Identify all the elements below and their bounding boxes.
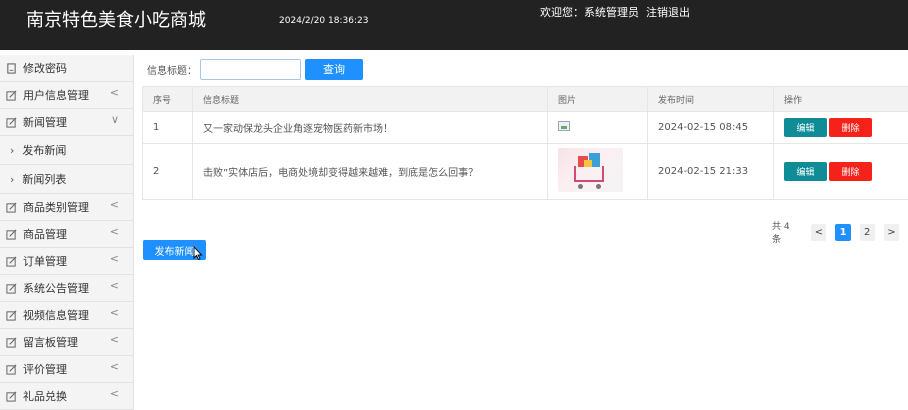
edit-icon — [6, 310, 17, 321]
news-table: 序号 信息标题 图片 发布时间 操作 1 又一家动保龙头企业角逐宠物医药新市场！… — [142, 86, 908, 200]
edit-icon — [6, 229, 17, 240]
pagination: 共 4 条 < 1 2 > — [772, 219, 908, 245]
sidebar-item-reviews[interactable]: 评价管理 < — [0, 356, 133, 383]
cell-image — [547, 143, 648, 200]
sidebar-subitem-news-list[interactable]: › 新闻列表 — [0, 165, 133, 194]
chevron-right-icon: › — [10, 143, 15, 157]
sidebar: 修改密码 用户信息管理 < 新闻管理 ∨ › 发布新闻 › 新闻列表 商品类别管… — [0, 55, 134, 410]
search-button[interactable]: 查询 — [305, 58, 363, 80]
col-header-actions: 操作 — [773, 86, 908, 112]
shopping-cart-thumbnail — [558, 148, 623, 192]
sidebar-item-guestbook[interactable]: 留言板管理 < — [0, 329, 133, 356]
top-header: 南京特色美食小吃商城 2024/2/20 18:36:23 欢迎您：系统管理员 … — [0, 0, 908, 50]
cell-no: 1 — [142, 111, 193, 144]
pagination-next[interactable]: > — [883, 223, 899, 241]
cell-image — [547, 111, 648, 144]
table-header-row: 序号 信息标题 图片 发布时间 操作 — [142, 86, 908, 112]
search-bar: 信息标题： 查询 — [142, 58, 363, 80]
cell-time: 2024-02-15 08:45 — [647, 111, 774, 144]
sidebar-item-gifts[interactable]: 礼品兑换 < — [0, 383, 133, 410]
chevron-left-icon: < — [109, 252, 119, 265]
cell-time: 2024-02-15 21:33 — [647, 143, 774, 200]
table-row: 1 又一家动保龙头企业角逐宠物医药新市场！ 2024-02-15 08:45 编… — [142, 111, 908, 144]
chevron-left-icon: < — [109, 86, 119, 99]
col-header-no: 序号 — [142, 86, 193, 112]
broken-image-icon — [558, 121, 570, 131]
sidebar-item-user-info[interactable]: 用户信息管理 < — [0, 82, 133, 109]
chevron-left-icon: < — [109, 198, 119, 211]
sidebar-item-orders[interactable]: 订单管理 < — [0, 248, 133, 275]
pagination-page-2[interactable]: 2 — [859, 223, 875, 241]
chevron-left-icon: < — [109, 279, 119, 292]
search-label: 信息标题： — [147, 65, 197, 77]
cell-title: 又一家动保龙头企业角逐宠物医药新市场！ — [192, 111, 548, 144]
edit-icon — [6, 117, 17, 128]
lock-icon — [7, 62, 16, 74]
sidebar-item-label: 新闻管理 — [23, 116, 67, 129]
sidebar-item-label: 礼品兑换 — [23, 390, 67, 403]
sidebar-subitem-publish-news[interactable]: › 发布新闻 — [0, 136, 133, 165]
pagination-page-1[interactable]: 1 — [835, 223, 851, 241]
sidebar-item-change-password[interactable]: 修改密码 — [0, 55, 133, 82]
sidebar-item-products[interactable]: 商品管理 < — [0, 221, 133, 248]
sidebar-item-label: 订单管理 — [23, 255, 67, 268]
mouse-cursor-icon — [193, 246, 203, 260]
pagination-total: 共 4 条 — [772, 222, 790, 245]
edit-icon — [6, 256, 17, 267]
delete-button[interactable]: 删除 — [829, 118, 872, 137]
sidebar-item-label: 系统公告管理 — [23, 282, 89, 295]
sidebar-item-announcements[interactable]: 系统公告管理 < — [0, 275, 133, 302]
chevron-left-icon: < — [109, 333, 119, 346]
col-header-title: 信息标题 — [192, 86, 548, 112]
col-header-time: 发布时间 — [647, 86, 774, 112]
logout-link[interactable]: 注销退出 — [646, 4, 690, 20]
edit-icon — [6, 283, 17, 294]
pagination-prev[interactable]: < — [811, 223, 827, 241]
cell-title: 击败”实体店后，电商处境却变得越来越难，到底是怎么回事？ — [192, 143, 548, 200]
chevron-down-icon: ∨ — [110, 113, 119, 126]
sidebar-item-label: 视频信息管理 — [23, 309, 89, 322]
col-header-image: 图片 — [547, 86, 648, 112]
sidebar-item-news[interactable]: 新闻管理 ∨ — [0, 109, 133, 136]
sidebar-item-category[interactable]: 商品类别管理 < — [0, 194, 133, 221]
sidebar-item-label: 评价管理 — [23, 363, 67, 376]
edit-button[interactable]: 编辑 — [784, 162, 827, 181]
chevron-left-icon: < — [109, 306, 119, 319]
table-row: 2 击败”实体店后，电商处境却变得越来越难，到底是怎么回事？ 2024-02-1… — [142, 143, 908, 200]
sidebar-subitem-label: 发布新闻 — [22, 144, 67, 157]
edit-button[interactable]: 编辑 — [784, 118, 827, 137]
edit-icon — [6, 364, 17, 375]
cell-no: 2 — [142, 143, 193, 200]
sidebar-item-label: 用户信息管理 — [23, 89, 89, 102]
sidebar-item-label: 留言板管理 — [23, 336, 78, 349]
edit-icon — [6, 391, 17, 402]
sidebar-item-videos[interactable]: 视频信息管理 < — [0, 302, 133, 329]
current-datetime: 2024/2/20 18:36:23 — [279, 16, 369, 26]
delete-button[interactable]: 删除 — [829, 162, 872, 181]
chevron-left-icon: < — [109, 387, 119, 400]
edit-icon — [6, 90, 17, 101]
search-input[interactable] — [200, 58, 301, 80]
cell-actions: 编辑 删除 — [773, 143, 908, 200]
edit-icon — [6, 337, 17, 348]
chevron-right-icon: › — [10, 172, 15, 186]
site-title: 南京特色美食小吃商城 — [26, 10, 206, 31]
welcome-text: 欢迎您：系统管理员 — [540, 6, 639, 19]
sidebar-item-label: 商品类别管理 — [23, 201, 89, 214]
chevron-left-icon: < — [109, 360, 119, 373]
edit-icon — [6, 202, 17, 213]
chevron-left-icon: < — [109, 225, 119, 238]
cell-actions: 编辑 删除 — [773, 111, 908, 144]
sidebar-item-label: 修改密码 — [23, 62, 67, 75]
sidebar-item-label: 商品管理 — [23, 228, 67, 241]
sidebar-subitem-label: 新闻列表 — [22, 173, 67, 186]
